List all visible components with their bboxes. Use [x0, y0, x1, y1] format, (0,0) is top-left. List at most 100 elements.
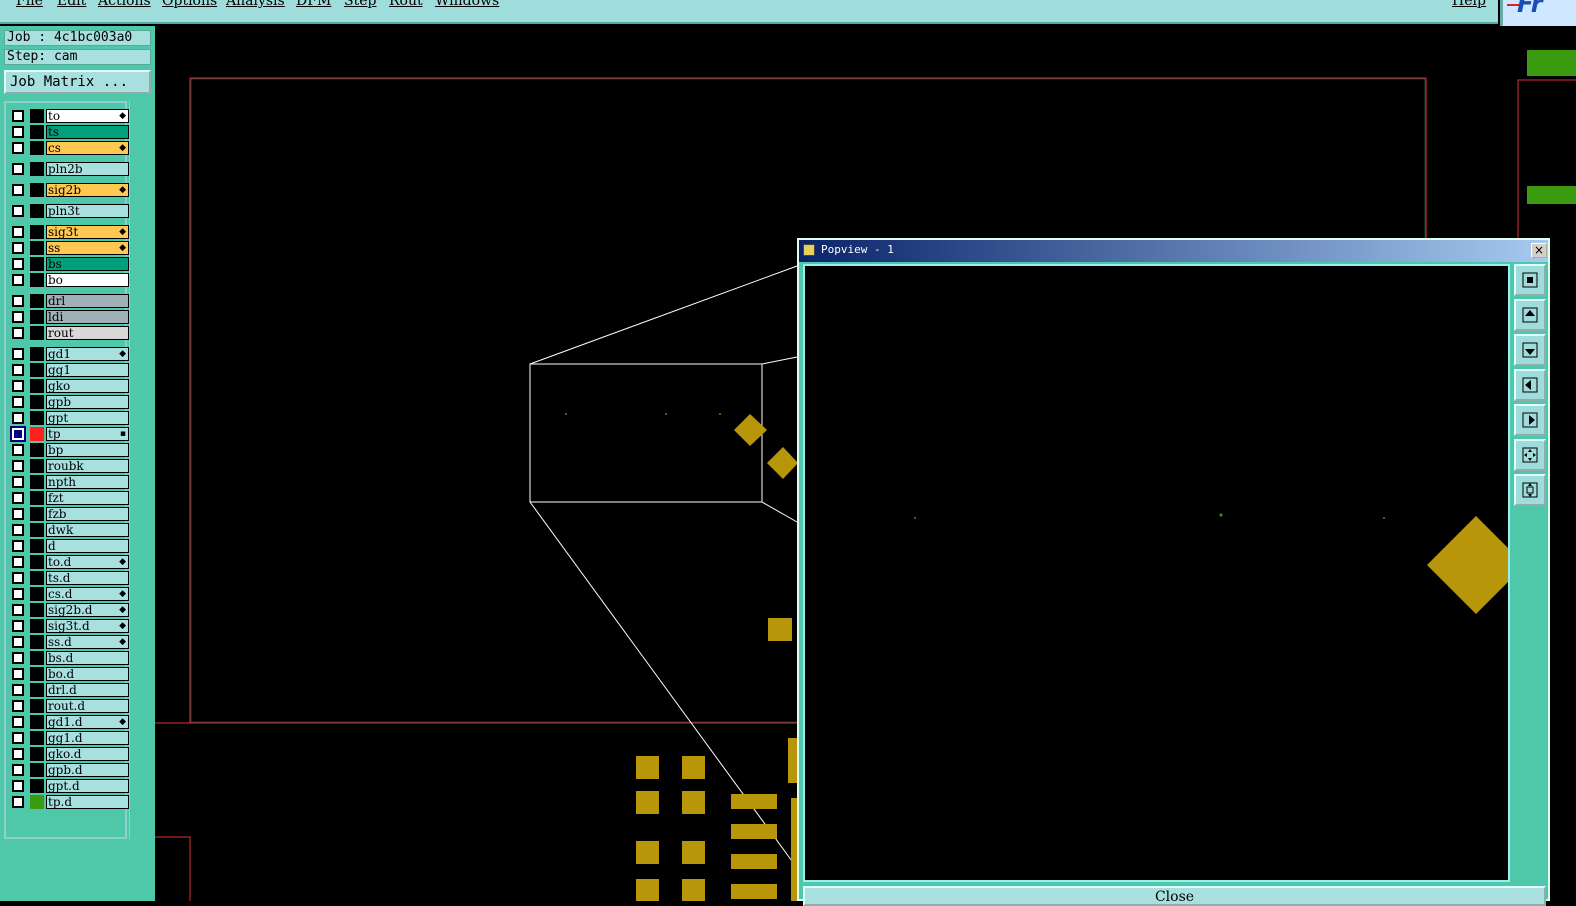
- layer-row[interactable]: tp.d: [10, 795, 129, 809]
- layer-name[interactable]: cs ◆: [46, 141, 129, 155]
- layer-row[interactable]: dwk: [10, 523, 129, 537]
- close-icon[interactable]: ×: [1531, 243, 1547, 258]
- layer-color-swatch[interactable]: [30, 779, 44, 793]
- layer-name[interactable]: drl: [46, 294, 129, 308]
- layer-name[interactable]: gpt: [46, 411, 129, 425]
- layer-color-swatch[interactable]: [30, 427, 44, 441]
- layer-color-swatch[interactable]: [30, 667, 44, 681]
- layer-color-swatch[interactable]: [30, 395, 44, 409]
- layer-checkbox[interactable]: [12, 764, 24, 776]
- layer-checkbox[interactable]: [12, 540, 24, 552]
- layer-checkbox[interactable]: [12, 348, 24, 360]
- layer-name[interactable]: gg1.d: [46, 731, 129, 745]
- layer-row[interactable]: pln3t: [10, 204, 129, 218]
- layer-name[interactable]: bs.d: [46, 651, 129, 665]
- layer-row[interactable]: to ◆: [10, 109, 129, 123]
- layer-color-swatch[interactable]: [30, 379, 44, 393]
- layer-color-swatch[interactable]: [30, 539, 44, 553]
- layer-row[interactable]: cs.d ◆: [10, 587, 129, 601]
- layer-color-swatch[interactable]: [30, 651, 44, 665]
- layer-color-swatch[interactable]: [30, 411, 44, 425]
- layer-name[interactable]: dwk: [46, 523, 129, 537]
- layer-color-swatch[interactable]: [30, 310, 44, 324]
- menu-file[interactable]: File: [16, 0, 43, 9]
- layer-checkbox[interactable]: [12, 380, 24, 392]
- layer-checkbox[interactable]: [12, 126, 24, 138]
- menu-options[interactable]: Options: [162, 0, 217, 9]
- layer-color-swatch[interactable]: [30, 162, 44, 176]
- job-matrix-button[interactable]: Job Matrix ...: [4, 70, 151, 94]
- layer-checkbox[interactable]: [12, 205, 24, 217]
- layer-row[interactable]: sig2b ◆: [10, 183, 129, 197]
- layer-color-swatch[interactable]: [30, 141, 44, 155]
- layer-name[interactable]: rout: [46, 326, 129, 340]
- layer-checkbox[interactable]: [12, 412, 24, 424]
- layer-color-swatch[interactable]: [30, 225, 44, 239]
- layer-checkbox[interactable]: [12, 492, 24, 504]
- layer-name[interactable]: tp.d: [46, 795, 129, 809]
- pan-left-button[interactable]: [1514, 369, 1546, 401]
- layer-checkbox[interactable]: [12, 748, 24, 760]
- layer-color-swatch[interactable]: [30, 683, 44, 697]
- layer-row[interactable]: ts: [10, 125, 129, 139]
- layer-color-swatch[interactable]: [30, 523, 44, 537]
- fit-button[interactable]: [1514, 439, 1546, 471]
- layer-name[interactable]: tp ▪: [46, 427, 129, 441]
- layer-color-swatch[interactable]: [30, 571, 44, 585]
- layer-row[interactable]: roubk: [10, 459, 129, 473]
- layer-row[interactable]: ldi: [10, 310, 129, 324]
- layer-row[interactable]: drl: [10, 294, 129, 308]
- layer-name[interactable]: ss.d ◆: [46, 635, 129, 649]
- layer-color-swatch[interactable]: [30, 204, 44, 218]
- layer-color-swatch[interactable]: [30, 294, 44, 308]
- layer-name[interactable]: gd1.d ◆: [46, 715, 129, 729]
- layer-checkbox[interactable]: [12, 142, 24, 154]
- layer-row[interactable]: sig2b.d ◆: [10, 603, 129, 617]
- layer-checkbox[interactable]: [12, 226, 24, 238]
- layer-checkbox[interactable]: [12, 684, 24, 696]
- layer-row[interactable]: gg1.d: [10, 731, 129, 745]
- layer-checkbox[interactable]: [12, 460, 24, 472]
- layer-name[interactable]: sig2b.d ◆: [46, 603, 129, 617]
- layer-checkbox[interactable]: [10, 426, 26, 442]
- layer-row[interactable]: ss.d ◆: [10, 635, 129, 649]
- layer-checkbox[interactable]: [12, 524, 24, 536]
- layer-name[interactable]: to ◆: [46, 109, 129, 123]
- layer-checkbox[interactable]: [12, 242, 24, 254]
- layer-name[interactable]: gko: [46, 379, 129, 393]
- layer-name[interactable]: to.d ◆: [46, 555, 129, 569]
- layer-row[interactable]: sig3t.d ◆: [10, 619, 129, 633]
- layer-checkbox[interactable]: [12, 620, 24, 632]
- layer-checkbox[interactable]: [12, 796, 24, 808]
- layer-checkbox[interactable]: [12, 184, 24, 196]
- layer-name[interactable]: sig3t.d ◆: [46, 619, 129, 633]
- layer-color-swatch[interactable]: [30, 763, 44, 777]
- layer-row[interactable]: fzt: [10, 491, 129, 505]
- layer-color-swatch[interactable]: [30, 257, 44, 271]
- layer-color-swatch[interactable]: [30, 443, 44, 457]
- layer-checkbox[interactable]: [12, 311, 24, 323]
- layer-checkbox[interactable]: [12, 604, 24, 616]
- layer-row[interactable]: drl.d: [10, 683, 129, 697]
- layer-row[interactable]: gko.d: [10, 747, 129, 761]
- layer-name[interactable]: sig3t ◆: [46, 225, 129, 239]
- layer-row[interactable]: bo: [10, 273, 129, 287]
- layer-row[interactable]: gpt: [10, 411, 129, 425]
- layer-name[interactable]: d: [46, 539, 129, 553]
- layer-color-swatch[interactable]: [30, 555, 44, 569]
- layer-checkbox[interactable]: [12, 780, 24, 792]
- menu-analysis[interactable]: Analysis: [226, 0, 285, 9]
- layer-row[interactable]: gg1: [10, 363, 129, 377]
- popview-canvas[interactable]: [803, 264, 1510, 882]
- layer-checkbox[interactable]: [12, 636, 24, 648]
- layer-name[interactable]: sig2b ◆: [46, 183, 129, 197]
- layer-row[interactable]: pln2b: [10, 162, 129, 176]
- layer-color-swatch[interactable]: [30, 715, 44, 729]
- layer-checkbox[interactable]: [12, 274, 24, 286]
- layer-row[interactable]: npth: [10, 475, 129, 489]
- menu-actions[interactable]: Actions: [98, 0, 151, 9]
- menu-rout[interactable]: Rout: [389, 0, 423, 9]
- layer-color-swatch[interactable]: [30, 459, 44, 473]
- layer-checkbox[interactable]: [12, 258, 24, 270]
- layer-color-swatch[interactable]: [30, 109, 44, 123]
